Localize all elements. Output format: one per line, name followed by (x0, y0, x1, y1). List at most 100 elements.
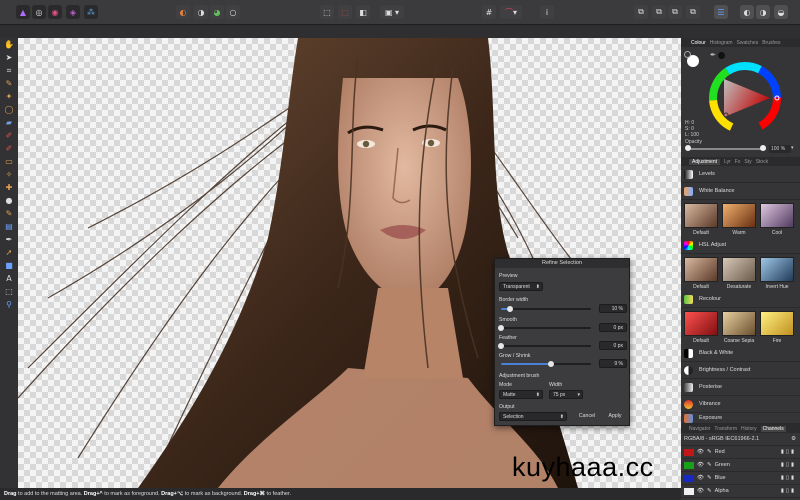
snapping-dropdown[interactable]: ⌒ ▾ (500, 5, 522, 19)
tab-adjustment[interactable]: Adjustment (689, 158, 721, 165)
eye-icon[interactable]: 👁 (697, 475, 704, 481)
border-width-slider[interactable] (501, 308, 591, 310)
feather-knob[interactable] (498, 343, 504, 349)
preset-invert-hue[interactable]: Invert Hue (760, 257, 794, 290)
hand-tool-icon[interactable]: ⬚ (0, 285, 18, 298)
eye-icon[interactable]: 👁 (697, 488, 704, 494)
blur-brush-icon[interactable]: ● (0, 194, 18, 207)
eye-icon[interactable]: 👁 (697, 462, 704, 468)
adjustment-recolour[interactable]: Recolour (681, 291, 800, 308)
tab-navigator[interactable]: Navigator (689, 426, 710, 432)
healing-brush-icon[interactable]: ✚ (0, 181, 18, 194)
apply-button[interactable]: Apply (603, 412, 627, 421)
eye-icon[interactable]: 👁 (697, 449, 704, 455)
preset-warm[interactable]: Warm (722, 203, 756, 236)
auto-levels-icon[interactable]: ◐ (176, 5, 190, 19)
adjustment-vibrance[interactable]: Vibrance (681, 396, 800, 413)
flip-icon[interactable]: ◒ (774, 5, 788, 19)
preset-default[interactable]: Default (684, 203, 718, 236)
grow-shrink-field[interactable]: 9 % (599, 359, 627, 368)
pen-tool-icon[interactable]: ✒ (0, 233, 18, 246)
auto-white-balance-icon[interactable]: ○ (226, 5, 240, 19)
auto-colour-icon[interactable]: ◕ (210, 5, 224, 19)
adjustment-brightness-contrast[interactable]: Brightness / Contrast (681, 362, 800, 379)
pencil-icon[interactable]: ✎ (707, 449, 712, 455)
pencil-icon[interactable]: ✎ (707, 462, 712, 468)
develop-persona-icon[interactable]: ◈ (66, 5, 80, 19)
grid-icon[interactable]: # (482, 5, 496, 19)
smooth-slider[interactable] (501, 327, 591, 329)
auto-contrast-icon[interactable]: ◑ (194, 5, 208, 19)
opacity-knob[interactable] (760, 145, 766, 151)
mirror-icon[interactable]: ◐ (740, 5, 754, 19)
opacity-slider[interactable] (690, 148, 766, 150)
affinity-logo-icon[interactable]: ▲ (16, 5, 30, 19)
preview-select[interactable]: Transparent ⬍ (499, 282, 543, 291)
paint-brush-icon[interactable]: ✐ (0, 129, 18, 142)
marquee-tool-icon[interactable]: ◯ (0, 103, 18, 116)
arrange-front-icon[interactable]: ⧉ (686, 5, 700, 19)
adjustment-black-white[interactable]: Black & White (681, 345, 800, 362)
align-icon[interactable]: ☰ (714, 5, 728, 19)
smooth-field[interactable]: 0 px (599, 323, 627, 332)
channel-actions-icon[interactable]: ▮▯▮ (781, 449, 796, 455)
channel-actions-icon[interactable]: ▮▯▮ (781, 475, 796, 481)
feather-field[interactable]: 0 px (599, 341, 627, 350)
adjustment-posterise[interactable]: Posterise (681, 379, 800, 396)
invert-selection-icon[interactable]: ◧ (356, 5, 370, 19)
channel-blue[interactable]: 👁 ✎ Blue ▮▯▮ (681, 472, 800, 485)
arrange-backward-icon[interactable]: ⧉ (652, 5, 666, 19)
tab-colour[interactable]: Colour (691, 40, 706, 46)
eyedropper-icon[interactable]: ✒ (710, 51, 716, 59)
move-tool-icon[interactable]: ✋ (0, 38, 18, 51)
deselect-icon[interactable]: ⬚ (338, 5, 352, 19)
output-select[interactable]: Selection ⬍ (499, 412, 567, 421)
tab-layers[interactable]: Lyr (724, 159, 731, 165)
mode-select[interactable]: Matte ⬍ (499, 390, 543, 399)
gear-icon[interactable]: ⚙ (791, 436, 796, 442)
text-tool-icon[interactable]: A (0, 272, 18, 285)
tab-styles[interactable]: Sty (744, 159, 751, 165)
zoom-tool-icon[interactable]: ⚲ (0, 298, 18, 311)
preset-default[interactable]: Default (684, 311, 718, 344)
smooth-knob[interactable] (498, 325, 504, 331)
arrange-forward-icon[interactable]: ⧉ (668, 5, 682, 19)
tab-brushes[interactable]: Brushes (762, 40, 780, 46)
tab-history[interactable]: History (741, 426, 757, 432)
info-button[interactable]: i (540, 5, 554, 19)
cancel-button[interactable]: Cancel (575, 412, 599, 421)
preset-cool[interactable]: Cool (760, 203, 794, 236)
photo-persona-icon[interactable]: ◎ (32, 5, 46, 19)
tab-channels[interactable]: Channels (760, 425, 786, 432)
preset-coarse-sepia[interactable]: Coarse Sepia (722, 311, 756, 344)
quick-mask-dropdown[interactable]: ▣ ▾ (380, 5, 404, 19)
dodge-brush-icon[interactable]: ✎ (0, 207, 18, 220)
boolean-icon[interactable]: ◑ (756, 5, 770, 19)
border-width-field[interactable]: 10 % (599, 304, 627, 313)
grow-shrink-knob[interactable] (547, 361, 554, 367)
channel-green[interactable]: 👁 ✎ Green ▮▯▮ (681, 459, 800, 472)
channel-actions-icon[interactable]: ▮▯▮ (781, 488, 796, 494)
clone-brush-icon[interactable]: ✧ (0, 168, 18, 181)
channel-alpha[interactable]: 👁 ✎ Alpha ▮▯▮ (681, 485, 800, 498)
adjustment-white-balance[interactable]: White Balance (681, 183, 800, 200)
adjustment-levels[interactable]: Levels (681, 166, 800, 183)
chevron-down-icon[interactable]: ▾ (791, 145, 794, 151)
channel-actions-icon[interactable]: ▮▯▮ (781, 462, 796, 468)
node-tool-icon[interactable]: ➚ (0, 246, 18, 259)
select-tool-icon[interactable]: ➤ (0, 51, 18, 64)
border-width-knob[interactable] (507, 306, 513, 312)
export-persona-icon[interactable]: ⁂ (84, 5, 98, 19)
adjustment-exposure[interactable]: Exposure (681, 413, 800, 424)
width-select[interactable]: 75 px ▾ (549, 390, 583, 399)
tab-transform[interactable]: Transform (714, 426, 737, 432)
crop-tool-icon[interactable]: ⌗ (0, 64, 18, 77)
preset-default[interactable]: Default (684, 257, 718, 290)
pencil-icon[interactable]: ✎ (707, 488, 712, 494)
select-all-icon[interactable]: ⬚ (320, 5, 334, 19)
channel-red[interactable]: 👁 ✎ Red ▮▯▮ (681, 446, 800, 459)
stroke-colour-swatch[interactable] (684, 51, 691, 58)
opacity-field[interactable]: 100 % (769, 145, 791, 153)
colour-wheel[interactable] (708, 61, 782, 135)
preset-fire[interactable]: Fire (760, 311, 794, 344)
